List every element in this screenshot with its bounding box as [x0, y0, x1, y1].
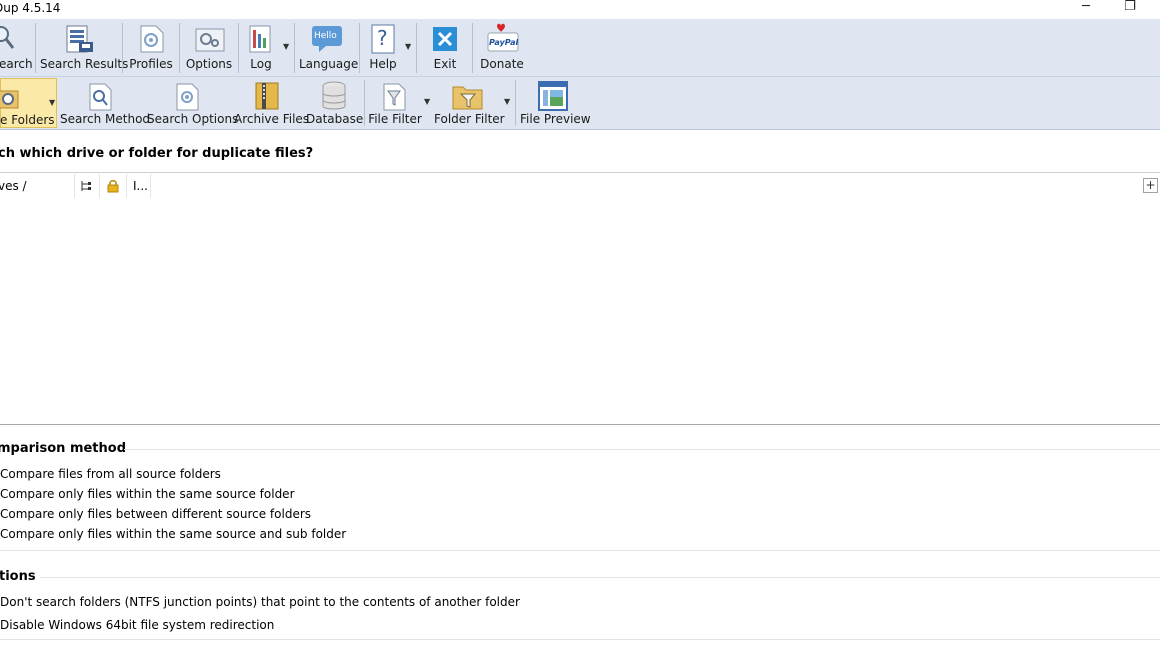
- options-button[interactable]: Options: [184, 19, 234, 76]
- column-header-subfolders[interactable]: [75, 174, 100, 198]
- comparison-option[interactable]: Compare only files within the same sourc…: [0, 527, 346, 541]
- archive-files-label: Archive Files: [234, 112, 310, 126]
- file-filter-icon: [383, 83, 406, 111]
- option-checkbox-label[interactable]: Disable Windows 64bit file system redire…: [0, 618, 274, 632]
- minimize-button[interactable]: ─: [1076, 0, 1096, 16]
- window-title: Dup 4.5.14: [0, 1, 61, 15]
- database-button[interactable]: Database: [306, 77, 364, 129]
- divider: [124, 449, 1160, 450]
- language-button[interactable]: Hello Language: [299, 19, 359, 76]
- folders-dropdown-icon[interactable]: ▼: [49, 98, 55, 107]
- divider: [0, 639, 1160, 640]
- title-bar: Dup 4.5.14 ─ ❐: [0, 0, 1160, 19]
- help-dropdown-icon[interactable]: ▼: [405, 42, 411, 51]
- search-method-icon: [89, 83, 112, 111]
- option-checkbox-label[interactable]: Don't search folders (NTFS junction poin…: [0, 595, 520, 609]
- folder-filter-button[interactable]: Folder Filter: [434, 77, 505, 129]
- help-icon-text: ?: [377, 26, 388, 50]
- log-dropdown-icon[interactable]: ▼: [283, 42, 289, 51]
- comparison-heading: mparison method: [0, 441, 127, 456]
- search-label: earch: [0, 57, 33, 71]
- log-label: Log: [250, 57, 272, 71]
- archive-icon: [255, 82, 279, 110]
- separator: [472, 23, 473, 73]
- log-icon: [249, 25, 271, 53]
- folder-filter-icon: [452, 86, 483, 110]
- column-header-lock[interactable]: [100, 174, 127, 198]
- log-button[interactable]: Log: [243, 19, 279, 76]
- sub-toolbar: e Folders ▼ Search Method Search Options…: [0, 77, 1160, 130]
- comparison-option[interactable]: Compare only files between different sou…: [0, 507, 311, 521]
- divider: [0, 172, 1160, 173]
- options-icon: [195, 28, 225, 52]
- subfolder-tree-icon: [81, 181, 91, 191]
- column-header-folders[interactable]: ves / Folders: [0, 174, 75, 217]
- separator: [416, 23, 417, 73]
- search-method-button[interactable]: Search Method: [60, 77, 151, 129]
- separator: [515, 80, 516, 126]
- separator: [364, 80, 365, 126]
- file-filter-dropdown-icon[interactable]: ▼: [424, 97, 430, 106]
- archive-files-button[interactable]: Archive Files: [234, 77, 310, 129]
- options-label: Options: [185, 57, 233, 71]
- help-label: Help: [369, 57, 397, 71]
- magnifier-icon: [0, 26, 15, 49]
- search-button[interactable]: earch: [0, 19, 33, 76]
- profiles-button[interactable]: Profiles: [127, 19, 175, 76]
- search-options-label: Search Options: [147, 112, 239, 126]
- search-options-button[interactable]: Search Options: [147, 77, 239, 129]
- language-icon-text: Hello: [314, 31, 337, 41]
- donate-label: Donate: [480, 57, 524, 71]
- comparison-option[interactable]: Compare files from all source folders: [0, 467, 221, 481]
- donate-button[interactable]: PayPal Donate: [479, 19, 525, 76]
- folder-list-header: ves / Folders I... +: [0, 174, 1160, 217]
- file-preview-label: File Preview: [520, 112, 591, 126]
- divider: [40, 577, 1160, 578]
- search-results-button[interactable]: Search Results: [40, 19, 129, 76]
- divider: [0, 550, 1160, 551]
- search-results-icon: [66, 25, 93, 53]
- help-button[interactable]: ? Help: [364, 19, 402, 76]
- paypal-text: PayPal: [489, 38, 519, 47]
- search-results-label: Search Results: [40, 57, 129, 71]
- language-label: Language: [299, 57, 359, 71]
- separator: [359, 23, 360, 73]
- separator: [179, 23, 180, 73]
- column-header-more[interactable]: I...: [127, 174, 151, 198]
- comparison-option[interactable]: Compare only files within the same sourc…: [0, 487, 295, 501]
- profiles-icon: [140, 25, 164, 53]
- file-preview-icon: [538, 81, 568, 111]
- exit-label: Exit: [433, 57, 457, 71]
- main-toolbar: earch Search Results Profiles Options Lo…: [0, 19, 1160, 77]
- folder-list[interactable]: [0, 198, 1160, 424]
- file-preview-button[interactable]: File Preview: [520, 77, 591, 129]
- exit-button[interactable]: Exit: [425, 19, 465, 76]
- restore-button[interactable]: ❐: [1120, 0, 1140, 16]
- database-label: Database: [306, 112, 364, 126]
- lock-icon: [107, 180, 119, 193]
- search-method-label: Search Method: [60, 112, 151, 126]
- separator: [294, 23, 295, 73]
- file-filter-label: File Filter: [368, 112, 422, 126]
- separator: [35, 23, 36, 73]
- profiles-label: Profiles: [129, 57, 173, 71]
- folders-label: e Folders: [0, 113, 55, 127]
- close-icon: [433, 27, 457, 51]
- add-folder-button[interactable]: +: [1143, 178, 1158, 193]
- divider: [0, 424, 1160, 425]
- options-heading: tions: [0, 569, 36, 584]
- folder-filter-dropdown-icon[interactable]: ▼: [504, 97, 510, 106]
- search-options-icon: [176, 83, 199, 111]
- folder-filter-label: Folder Filter: [434, 112, 505, 126]
- file-filter-button[interactable]: File Filter: [368, 77, 422, 129]
- folder-search-icon: [0, 90, 19, 109]
- separator: [238, 23, 239, 73]
- folders-button[interactable]: e Folders ▼: [0, 78, 57, 128]
- separator: [122, 23, 123, 73]
- database-icon: [322, 81, 346, 110]
- page-title: ch which drive or folder for duplicate f…: [0, 146, 314, 161]
